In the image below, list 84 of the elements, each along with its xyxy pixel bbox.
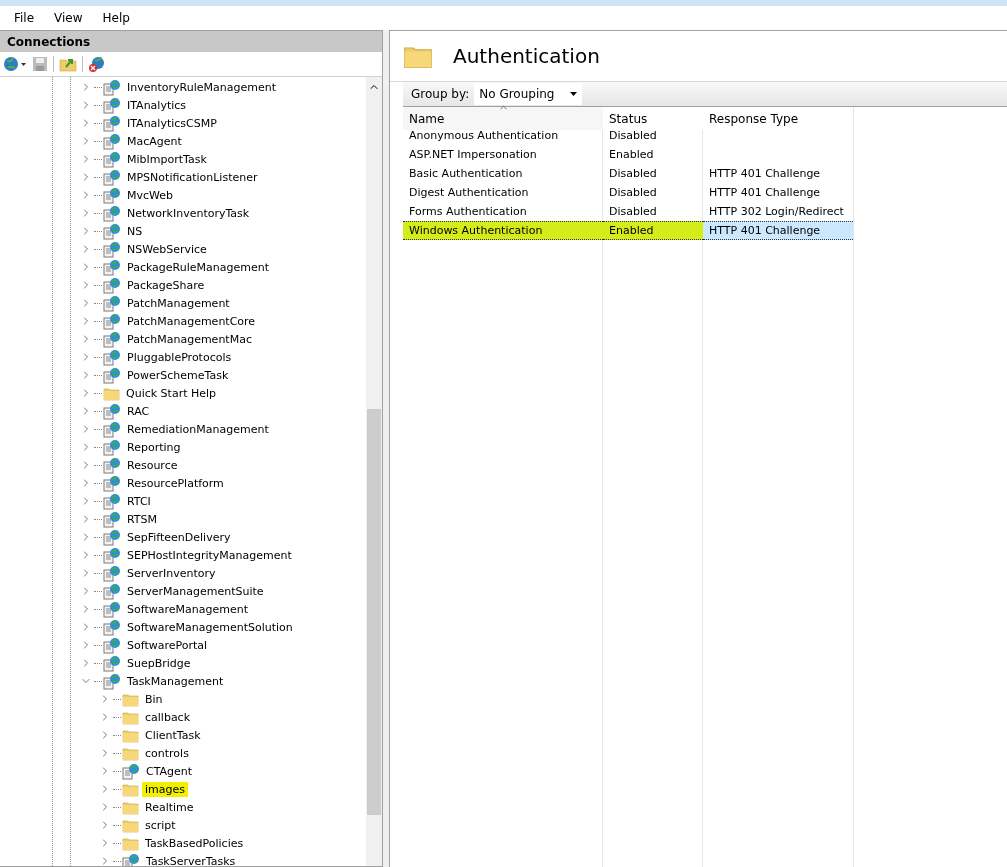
connect-globe-icon[interactable] (3, 56, 27, 72)
tree-item[interactable]: Reporting (124, 439, 184, 455)
table-cell-text: HTTP 401 Challenge (708, 185, 822, 201)
scrollbar-thumb[interactable] (367, 409, 381, 815)
tree-item[interactable]: SuepBridge (124, 655, 194, 671)
tree-item[interactable]: MPSNotificationListener (124, 169, 261, 185)
tree-item[interactable]: ITAnalyticsCSMP (124, 115, 220, 131)
table-cell-text: Basic Authentication (408, 166, 524, 182)
tree-item[interactable]: CTAgent (143, 763, 196, 779)
table-cell-text: HTTP 302 Login/Redirect (708, 204, 845, 220)
tree-item[interactable]: RAC (124, 403, 153, 419)
tree-item[interactable]: PatchManagement (124, 295, 233, 311)
caret-icon (570, 92, 578, 96)
table-cell: Enabled (603, 221, 703, 240)
disconnect-globe-icon[interactable] (88, 55, 106, 73)
tree-item[interactable]: ResourcePlatform (124, 475, 227, 491)
tree-item[interactable]: SoftwareManagementSolution (124, 619, 296, 635)
tree-item[interactable]: MacAgent (124, 133, 185, 149)
tree-item[interactable]: TaskBasedPolicies (142, 835, 247, 851)
table-cell-text: HTTP 401 Challenge (708, 166, 822, 182)
tree-item[interactable]: TaskManagement (124, 673, 227, 689)
group-by-dropdown[interactable]: No Grouping (474, 83, 583, 105)
tree-item[interactable]: images (142, 781, 188, 797)
folder-icon (122, 709, 139, 725)
tree-item[interactable]: SoftwarePortal (124, 637, 211, 653)
folder-icon (122, 799, 139, 815)
table-cell-text: Enabled (608, 147, 655, 163)
save-icon[interactable] (32, 56, 48, 72)
tree-item[interactable]: PowerSchemeTask (124, 367, 232, 383)
tree-item[interactable]: PackageShare (124, 277, 208, 293)
tree-item[interactable]: MvcWeb (124, 187, 177, 203)
tree-item[interactable]: SoftwareManagement (124, 601, 251, 617)
tree-item[interactable]: MibImportTask (124, 151, 210, 167)
tree-item[interactable]: RemediationManagement (124, 421, 272, 437)
folder-icon (122, 835, 139, 851)
table-cell-text: Disabled (608, 185, 658, 201)
folder-icon (122, 745, 139, 761)
menu-item[interactable]: File (6, 11, 43, 25)
group-by-label: Group by: (410, 87, 471, 101)
tree-item[interactable]: script (142, 817, 179, 833)
table-cell-text: Disabled (608, 128, 658, 144)
tree-item[interactable]: NetworkInventoryTask (124, 205, 253, 221)
table-cell: Windows Authentication (403, 221, 603, 240)
page-title: Authentication (453, 44, 600, 68)
menu-item[interactable]: View (46, 11, 91, 25)
tree-item[interactable]: ClientTask (142, 727, 204, 743)
folder-icon (122, 817, 139, 833)
tree-item[interactable]: Bin (142, 691, 166, 707)
tree-item[interactable]: Quick Start Help (123, 385, 220, 401)
tree-item[interactable]: ITAnalytics (124, 97, 190, 113)
tree-item[interactable]: PluggableProtocols (124, 349, 235, 365)
folder-arrow-icon[interactable] (59, 56, 77, 72)
pane-header: Connections (0, 31, 382, 52)
tree-item[interactable]: RTSM (124, 511, 161, 527)
table-cell-text: Disabled (608, 166, 658, 182)
tree-item[interactable]: PackageRuleManagement (124, 259, 272, 275)
tree-item[interactable]: SEPHostIntegrityManagement (124, 547, 295, 563)
folder-icon (122, 781, 139, 797)
table-cell-text: Forms Authentication (408, 204, 528, 220)
table-cell: HTTP 401 Challenge (703, 221, 853, 240)
tree-item[interactable]: Realtime (142, 799, 197, 815)
column-header[interactable]: Name (403, 107, 603, 130)
table-cell-text: ASP.NET Impersonation (408, 147, 538, 163)
tree-item[interactable]: SepFifteenDelivery (124, 529, 234, 545)
tree-item[interactable]: Resource (124, 457, 181, 473)
tree-item[interactable]: PatchManagementCore (124, 313, 259, 329)
tree-item[interactable]: controls (142, 745, 192, 761)
tree-item[interactable]: PatchManagementMac (124, 331, 255, 347)
menu-item[interactable]: Help (94, 11, 138, 25)
tree-item[interactable]: ServerInventory (124, 565, 219, 581)
table-cell-text: Disabled (608, 204, 658, 220)
table-cell-text: Digest Authentication (408, 185, 530, 201)
scrollbar[interactable] (366, 77, 382, 866)
tree-item[interactable]: ServerManagementSuite (124, 583, 267, 599)
tree-item[interactable]: NS (124, 223, 146, 239)
tree-item[interactable]: NSWebService (124, 241, 210, 257)
tree-item[interactable]: InventoryRuleManagement (124, 79, 279, 95)
folder-icon (103, 385, 120, 401)
tree-item[interactable]: TaskServerTasks (143, 853, 239, 866)
folder-icon (122, 691, 139, 707)
table-cell-text: Anonymous Authentication (408, 128, 560, 144)
tree-item[interactable]: callback (142, 709, 194, 725)
folder-icon (122, 727, 139, 743)
tree-item[interactable]: RTCI (124, 493, 154, 509)
